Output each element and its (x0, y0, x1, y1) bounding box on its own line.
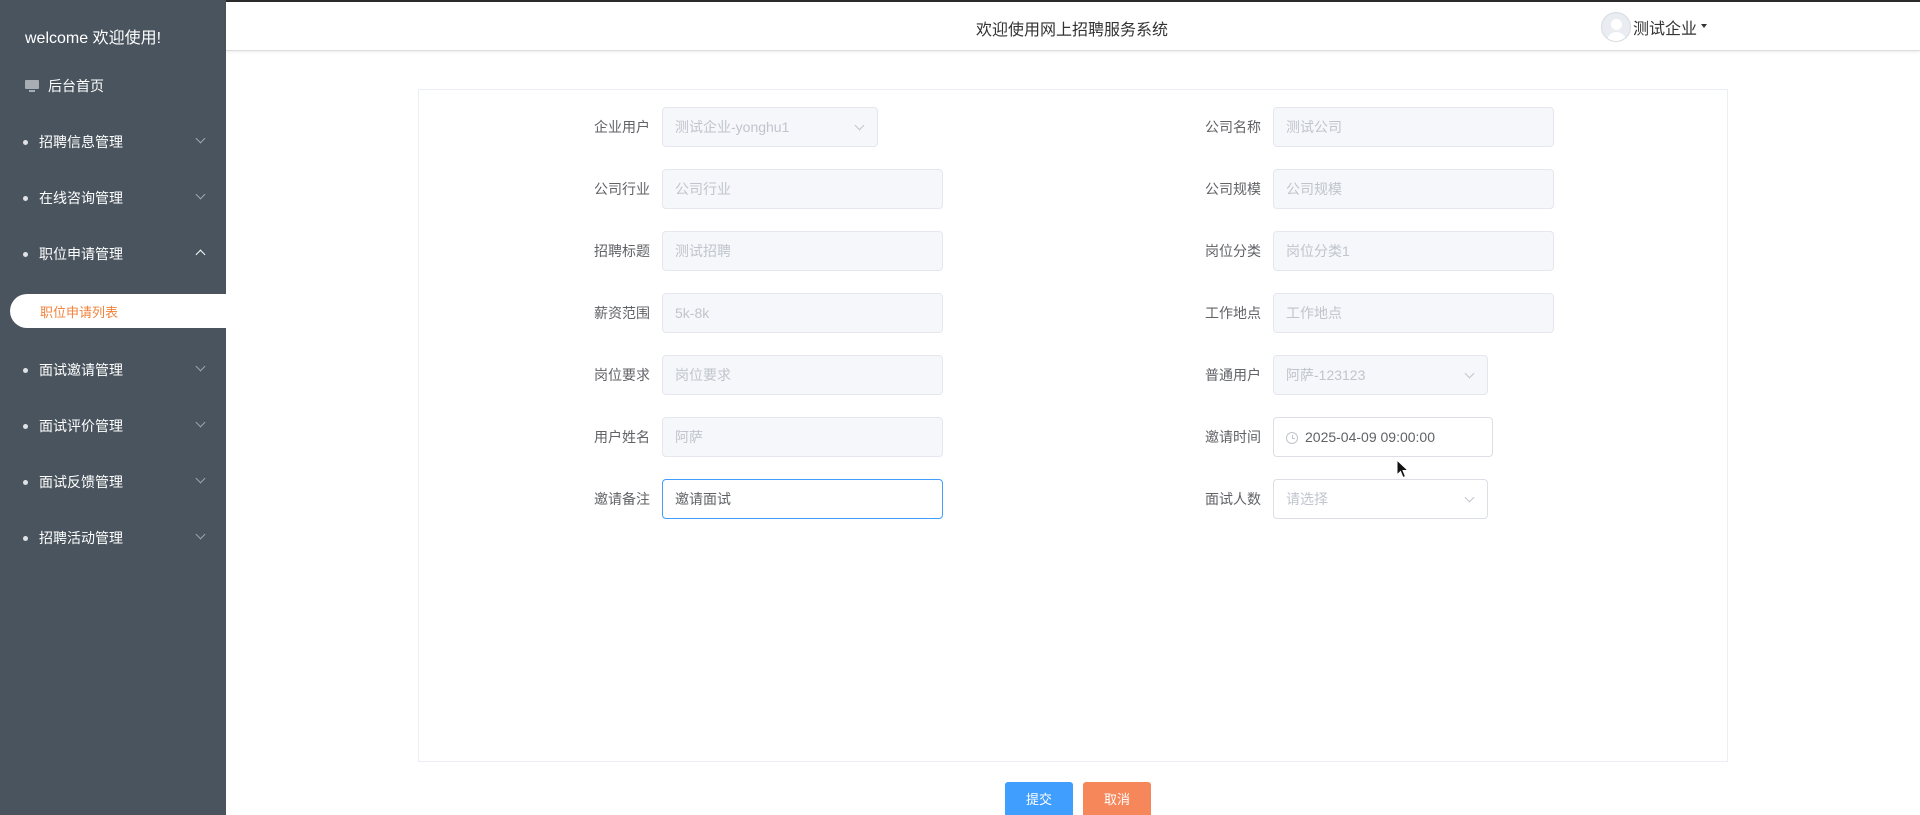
chevron-down-icon (854, 120, 865, 131)
chevron-down-icon (195, 473, 206, 484)
field-label: 岗位要求 (594, 367, 650, 383)
field-label: 用户姓名 (594, 429, 650, 445)
invite-note-input[interactable]: 邀请面试 (662, 479, 943, 519)
bullet-icon (23, 535, 28, 541)
sidebar-welcome: welcome 欢迎使用! (25, 30, 162, 47)
bullet-icon (23, 367, 28, 373)
sidebar-menu-interview-review[interactable]: 面试评价管理 (0, 414, 226, 438)
bullet-icon (23, 251, 28, 257)
avatar (1601, 12, 1631, 42)
caret-down-icon (1701, 24, 1708, 28)
sidebar-item-home-label: 后台首页 (48, 78, 104, 94)
chevron-down-icon (195, 361, 206, 372)
sidebar: welcome 欢迎使用! 后台首页 招聘信息管理 在线咨询管理 职位申请管理 … (0, 0, 226, 815)
bullet-icon (23, 139, 28, 145)
field-label: 企业用户 (594, 119, 650, 135)
bullet-icon (23, 479, 28, 485)
field-value: 测试企业-yonghu1 (675, 119, 790, 135)
chevron-down-icon (195, 529, 206, 540)
field-value: 公司规模 (1286, 181, 1342, 197)
sidebar-menu-label: 招聘信息管理 (39, 134, 123, 150)
company-size-input[interactable]: 公司规模 (1273, 169, 1554, 209)
field-value: 阿萨-123123 (1286, 367, 1366, 383)
sidebar-menu-label: 职位申请管理 (39, 246, 123, 262)
company-name-input[interactable]: 测试公司 (1273, 107, 1554, 147)
sidebar-menu-label: 招聘活动管理 (39, 530, 123, 546)
field-label: 工作地点 (1205, 305, 1261, 321)
bullet-icon (23, 195, 28, 201)
sidebar-subitem-job-application-list[interactable]: 职位申请列表 (10, 294, 226, 328)
chevron-down-icon (1464, 368, 1475, 379)
job-category-input[interactable]: 岗位分类1 (1273, 231, 1554, 271)
enterprise-user-select[interactable]: 测试企业-yonghu1 (662, 107, 878, 147)
field-value: 阿萨 (675, 429, 703, 445)
sidebar-menu-online-consult[interactable]: 在线咨询管理 (0, 186, 226, 210)
field-value: 公司行业 (675, 181, 731, 197)
clock-icon (1286, 432, 1298, 444)
industry-input[interactable]: 公司行业 (662, 169, 943, 209)
mouse-cursor-icon (1396, 459, 1410, 479)
field-value: 2025-04-09 09:00:00 (1305, 429, 1435, 445)
user-name-input[interactable]: 阿萨 (662, 417, 943, 457)
chevron-up-icon (195, 249, 206, 260)
sidebar-menu-job-application[interactable]: 职位申请管理 (0, 242, 226, 266)
sidebar-menu-interview-invite[interactable]: 面试邀请管理 (0, 358, 226, 382)
regular-user-select[interactable]: 阿萨-123123 (1273, 355, 1488, 395)
submit-button[interactable]: 提交 (1005, 782, 1073, 815)
field-value: 测试招聘 (675, 243, 731, 259)
job-requirements-input[interactable]: 岗位要求 (662, 355, 943, 395)
sidebar-item-home[interactable]: 后台首页 (25, 76, 104, 96)
field-label: 邀请时间 (1205, 429, 1261, 445)
field-value: 测试公司 (1286, 119, 1342, 135)
field-value: 邀请面试 (675, 491, 731, 507)
user-name: 测试企业 (1633, 21, 1698, 38)
sidebar-menu-label: 面试反馈管理 (39, 474, 123, 490)
field-label: 公司名称 (1205, 119, 1261, 135)
field-label: 公司行业 (594, 181, 650, 197)
user-menu-dropdown[interactable]: 测试企业 (1601, 12, 1708, 42)
field-value: 请选择 (1286, 491, 1328, 507)
bullet-icon (23, 423, 28, 429)
job-title-input[interactable]: 测试招聘 (662, 231, 943, 271)
salary-input[interactable]: 5k-8k (662, 293, 943, 333)
top-header: 欢迎使用网上招聘服务系统 测试企业 (226, 0, 1920, 51)
sidebar-menu-interview-feedback[interactable]: 面试反馈管理 (0, 470, 226, 494)
field-label: 普通用户 (1205, 367, 1261, 383)
chevron-down-icon (1464, 492, 1475, 503)
sidebar-menu-label: 在线咨询管理 (39, 190, 123, 206)
sidebar-menu-recruitment-info[interactable]: 招聘信息管理 (0, 130, 226, 154)
sidebar-menu-label: 面试评价管理 (39, 418, 123, 434)
system-title: 欢迎使用网上招聘服务系统 (976, 22, 1169, 39)
field-label: 岗位分类 (1205, 243, 1261, 259)
field-label: 邀请备注 (594, 491, 650, 507)
chevron-down-icon (195, 133, 206, 144)
field-label: 薪资范围 (594, 305, 650, 321)
chevron-down-icon (195, 417, 206, 428)
monitor-icon (25, 80, 39, 92)
field-value: 岗位分类1 (1286, 243, 1350, 259)
field-value: 岗位要求 (675, 367, 731, 383)
field-value: 5k-8k (675, 305, 710, 321)
field-label: 招聘标题 (594, 243, 650, 259)
interview-count-select[interactable]: 请选择 (1273, 479, 1488, 519)
sidebar-menu-recruitment-events[interactable]: 招聘活动管理 (0, 526, 226, 550)
sidebar-menu-label: 面试邀请管理 (39, 362, 123, 378)
field-label: 公司规模 (1205, 181, 1261, 197)
chevron-down-icon (195, 189, 206, 200)
field-value: 工作地点 (1286, 305, 1342, 321)
work-location-input[interactable]: 工作地点 (1273, 293, 1554, 333)
invite-time-picker[interactable]: 2025-04-09 09:00:00 (1273, 417, 1493, 457)
field-label: 面试人数 (1205, 491, 1261, 507)
cancel-button[interactable]: 取消 (1083, 782, 1151, 815)
